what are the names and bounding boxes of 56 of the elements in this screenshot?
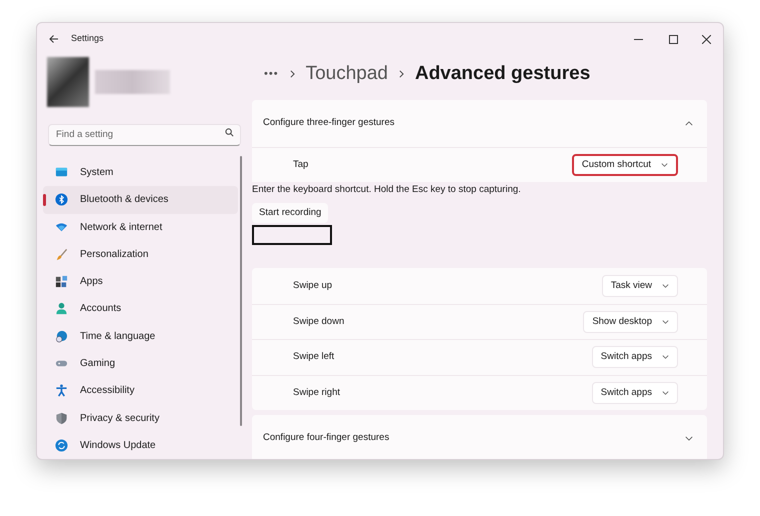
window-title: Settings [71,32,104,46]
search-icon [225,128,234,136]
shield-icon [55,412,68,425]
scrollbar[interactable] [240,156,242,426]
sidebar-item[interactable]: Accounts [43,295,238,323]
accessibility-icon [55,384,68,398]
sidebar-item[interactable]: Gaming [43,350,238,378]
bluetooth-icon [55,193,68,206]
globe-clock-icon [55,330,68,343]
setting-row: Swipe down Show desktop [252,304,707,339]
chevron-down-icon [662,284,669,288]
sidebar-item[interactable]: Privacy & security [43,404,238,432]
chevron-down-icon [662,390,669,395]
sidebar-item[interactable]: Personalization [43,240,238,268]
sidebar-item[interactable]: Bluetooth & devices [43,186,238,214]
sidebar-item[interactable]: Time & language [43,322,238,350]
setting-row: Swipe up Task view [252,268,707,304]
more-breadcrumb[interactable]: ••• [264,66,279,82]
chevron-down-icon [662,355,669,360]
sidebar-item[interactable]: Windows Update [43,432,238,459]
close-icon[interactable] [702,34,711,44]
sidebar-item[interactable]: Network & internet [43,214,238,241]
refresh-icon [55,438,68,452]
dropdown[interactable]: Switch apps [592,346,678,368]
chevron-up-icon [685,121,693,126]
chevron-right-icon [398,70,404,78]
dropdown[interactable]: Custom shortcut [572,154,678,176]
chevron-down-icon [662,320,669,324]
page-title: Advanced gestures [414,62,590,86]
apps-icon [55,275,68,288]
chevron-right-icon [290,70,295,78]
setting-row: Tap Custom shortcut [252,147,707,182]
breadcrumb-link[interactable]: Touchpad [306,60,388,88]
maximize-icon[interactable] [669,34,678,44]
sidebar-item[interactable]: Accessibility [43,377,238,404]
search-field[interactable]: Find a setting [48,124,241,146]
setting-row: Swipe left Switch apps [252,339,707,374]
sidebar-item[interactable]: Apps [43,268,238,296]
instruction-text: Enter the keyboard shortcut. Hold the Esc key to stop capturing. [252,184,521,196]
shortcut-input-field[interactable] [252,225,332,245]
brush-icon [55,248,68,261]
setting-row: Swipe right Switch apps [252,374,707,410]
back-arrow-icon[interactable] [49,34,59,44]
dropdown[interactable]: Task view [602,274,678,297]
person-icon [55,302,68,316]
chevron-down-icon [661,163,668,167]
dropdown[interactable]: Switch apps [592,382,678,404]
dropdown[interactable]: Show desktop [583,310,678,333]
section-header[interactable]: Configure four-finger gestures [252,415,707,459]
wifi-icon [55,220,68,234]
sidebar-item[interactable]: System [43,159,238,186]
chevron-down-icon [685,436,693,441]
avatar-placeholder [47,57,89,107]
section-header[interactable]: Configure three-finger gestures [252,100,707,147]
start-recording-button[interactable]: Start recording [252,203,328,223]
selection-indicator [43,194,46,206]
